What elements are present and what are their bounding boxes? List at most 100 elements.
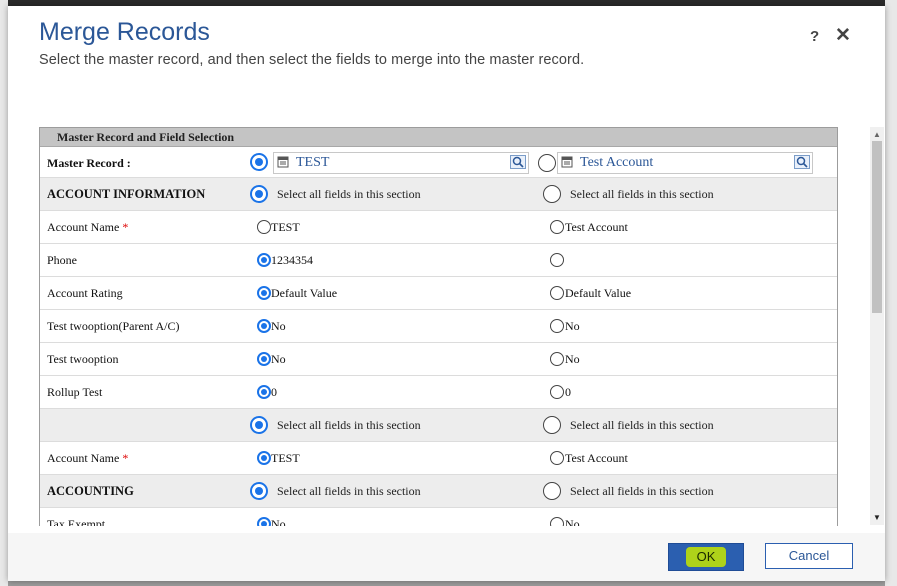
master-record-left-radio[interactable] [250, 153, 268, 171]
scroll-down-icon[interactable]: ▼ [873, 513, 881, 522]
field-left-value: 0 [271, 385, 277, 399]
dialog-subtitle: Select the master record, and then selec… [39, 52, 585, 68]
select-all-right-label: Select all fields in this section [570, 187, 714, 201]
background-app-left [0, 0, 8, 586]
close-icon[interactable]: ✕ [835, 24, 851, 47]
field-right-value: Test Account [565, 451, 628, 465]
field-right-radio[interactable] [550, 451, 564, 465]
merge-rows: ACCOUNT INFORMATION Select all fields in … [40, 178, 837, 526]
field-left-value: No [271, 517, 286, 526]
lookup-search-icon[interactable] [794, 155, 810, 169]
field-row: Rollup Test 0 0 [40, 376, 837, 409]
help-icon[interactable]: ? [810, 28, 819, 45]
scrollbar-thumb[interactable] [872, 141, 882, 313]
field-left-radio[interactable] [257, 385, 271, 399]
section-left-radio[interactable] [250, 482, 268, 500]
field-row: Phone 1234354 [40, 244, 837, 277]
lookup-search-icon[interactable] [510, 155, 526, 169]
field-left-value: No [271, 319, 286, 333]
section-row: Select all fields in this section Select … [40, 409, 837, 442]
field-right-radio[interactable] [550, 517, 564, 526]
section-label: ACCOUNTING [47, 475, 134, 507]
record-icon [277, 156, 289, 168]
required-asterisk: * [122, 220, 129, 234]
select-all-right-label: Select all fields in this section [570, 484, 714, 498]
label-text: Test twooption(Parent A/C) [47, 319, 180, 333]
ok-button[interactable]: OK [668, 543, 744, 571]
field-right-value: Test Account [565, 220, 628, 234]
field-right-radio[interactable] [550, 220, 564, 234]
field-left-radio[interactable] [257, 517, 271, 526]
label-text: Phone [47, 253, 77, 267]
field-label: Test twooption(Parent A/C) [47, 310, 179, 342]
field-left-radio[interactable] [257, 451, 271, 465]
field-right-value: Default Value [565, 286, 632, 300]
field-label: Rollup Test [47, 376, 102, 408]
field-left-value: Default Value [271, 286, 338, 300]
field-left-value: No [271, 352, 286, 366]
label-text: ACCOUNTING [47, 484, 134, 498]
scrollbar[interactable]: ▲ ▼ [870, 127, 884, 525]
master-record-label: Master Record : [47, 156, 131, 170]
label-text: Rollup Test [47, 385, 103, 399]
field-right-radio[interactable] [550, 352, 564, 366]
label-text: Account Name [47, 451, 120, 465]
field-left-radio[interactable] [257, 352, 271, 366]
record-icon [561, 156, 573, 168]
section-row: ACCOUNT INFORMATION Select all fields in … [40, 178, 837, 211]
select-all-left-label: Select all fields in this section [277, 484, 421, 498]
field-left-value: TEST [271, 220, 300, 234]
field-label: Account Name * [47, 211, 128, 243]
field-left-radio[interactable] [257, 220, 271, 234]
master-record-right-lookup[interactable]: Test Account [557, 152, 813, 174]
master-record-row: Master Record : TEST Test Account [40, 147, 837, 178]
section-left-radio[interactable] [250, 416, 268, 434]
master-record-right-value: Test Account [580, 155, 654, 170]
label-text: Account Rating [47, 286, 123, 300]
required-asterisk: * [122, 451, 129, 465]
field-right-value: No [565, 319, 580, 333]
master-record-left-lookup[interactable]: TEST [273, 152, 529, 174]
label-text: Tax Exempt [47, 517, 106, 526]
field-right-radio[interactable] [550, 385, 564, 399]
section-right-radio[interactable] [543, 416, 561, 434]
field-row: Account Rating Default Value Default Value [40, 277, 837, 310]
merge-records-dialog: Merge Records Select the master record, … [8, 6, 885, 581]
section-right-radio[interactable] [543, 482, 561, 500]
section-row: ACCOUNTING Select all fields in this sect… [40, 475, 837, 508]
field-left-radio[interactable] [257, 286, 271, 300]
field-right-radio[interactable] [550, 319, 564, 333]
scroll-up-icon[interactable]: ▲ [873, 130, 881, 139]
field-right-value: No [565, 352, 580, 366]
field-right-value: No [565, 517, 580, 526]
grid-header: Master Record and Field Selection [40, 128, 837, 147]
field-label: Test twooption [47, 343, 119, 375]
field-left-radio[interactable] [257, 253, 271, 267]
field-right-radio[interactable] [550, 286, 564, 300]
cancel-button[interactable]: Cancel [765, 543, 853, 569]
field-label: Tax Exempt [47, 508, 105, 526]
field-row: Tax Exempt No No [40, 508, 837, 526]
label-text: Account Name [47, 220, 120, 234]
field-right-radio[interactable] [550, 253, 564, 267]
section-label: ACCOUNT INFORMATION [47, 178, 205, 210]
field-label: Account Rating [47, 277, 123, 309]
select-all-left-label: Select all fields in this section [277, 187, 421, 201]
section-left-radio[interactable] [250, 185, 268, 203]
section-right-radio[interactable] [543, 185, 561, 203]
select-all-right-label: Select all fields in this section [570, 418, 714, 432]
master-record-right-radio[interactable] [538, 154, 556, 172]
field-row: Test twooption No No [40, 343, 837, 376]
field-right-value: 0 [565, 385, 571, 399]
label-text: Test twooption [47, 352, 119, 366]
field-label: Phone [47, 244, 77, 276]
field-row: Test twooption(Parent A/C) No No [40, 310, 837, 343]
field-row: Account Name * TEST Test Account [40, 442, 837, 475]
background-app-right [885, 0, 897, 586]
field-left-value: 1234354 [271, 253, 313, 267]
field-left-value: TEST [271, 451, 300, 465]
merge-grid: Master Record and Field Selection Master… [39, 127, 838, 526]
select-all-left-label: Select all fields in this section [277, 418, 421, 432]
field-left-radio[interactable] [257, 319, 271, 333]
dialog-title: Merge Records [39, 18, 210, 46]
